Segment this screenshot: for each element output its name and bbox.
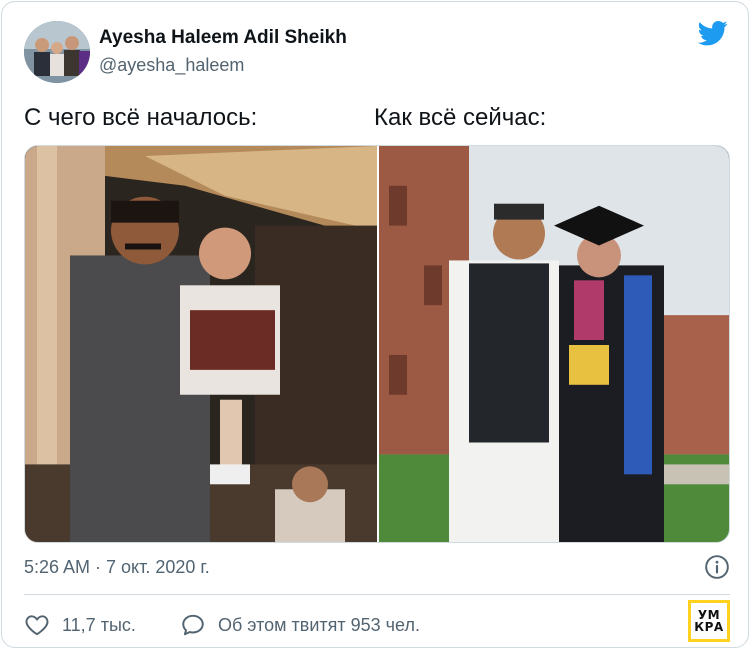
tweet-card[interactable]: Ayesha Haleem Adil Sheikh @ayesha_haleem… bbox=[1, 1, 749, 648]
author-display-name[interactable]: Ayesha Haleem Adil Sheikh bbox=[99, 27, 347, 49]
umka-watermark-logo: УМ КРА bbox=[688, 600, 730, 642]
tweet-media[interactable] bbox=[24, 145, 730, 543]
umka-logo-line2: КРА bbox=[694, 620, 724, 634]
photo-now[interactable] bbox=[379, 146, 730, 542]
tweet-timestamp[interactable]: 5:26 AM · 7 окт. 2020 г. bbox=[24, 557, 210, 578]
photo-then[interactable] bbox=[25, 146, 377, 542]
speech-bubble-icon bbox=[182, 614, 204, 636]
like-button[interactable]: 11,7 тыс. bbox=[24, 612, 136, 638]
caption-before: С чего всё началось: bbox=[24, 104, 258, 131]
like-count: 11,7 тыс. bbox=[62, 614, 136, 635]
info-icon[interactable] bbox=[704, 554, 730, 580]
twitter-bird-icon[interactable] bbox=[696, 18, 730, 48]
retweet-count: Об этом твитят 953 чел. bbox=[218, 614, 420, 635]
actions-divider bbox=[24, 594, 730, 595]
umka-logo-inner: УМ КРА bbox=[691, 603, 727, 639]
heart-icon bbox=[25, 615, 49, 636]
author-avatar[interactable] bbox=[24, 21, 90, 83]
author-handle[interactable]: @ayesha_haleem bbox=[99, 55, 244, 76]
caption-after: Как всё сейчас: bbox=[374, 104, 547, 131]
avatar-photo bbox=[24, 21, 90, 83]
retweet-info-button[interactable]: Об этом твитят 953 чел. bbox=[180, 612, 420, 638]
